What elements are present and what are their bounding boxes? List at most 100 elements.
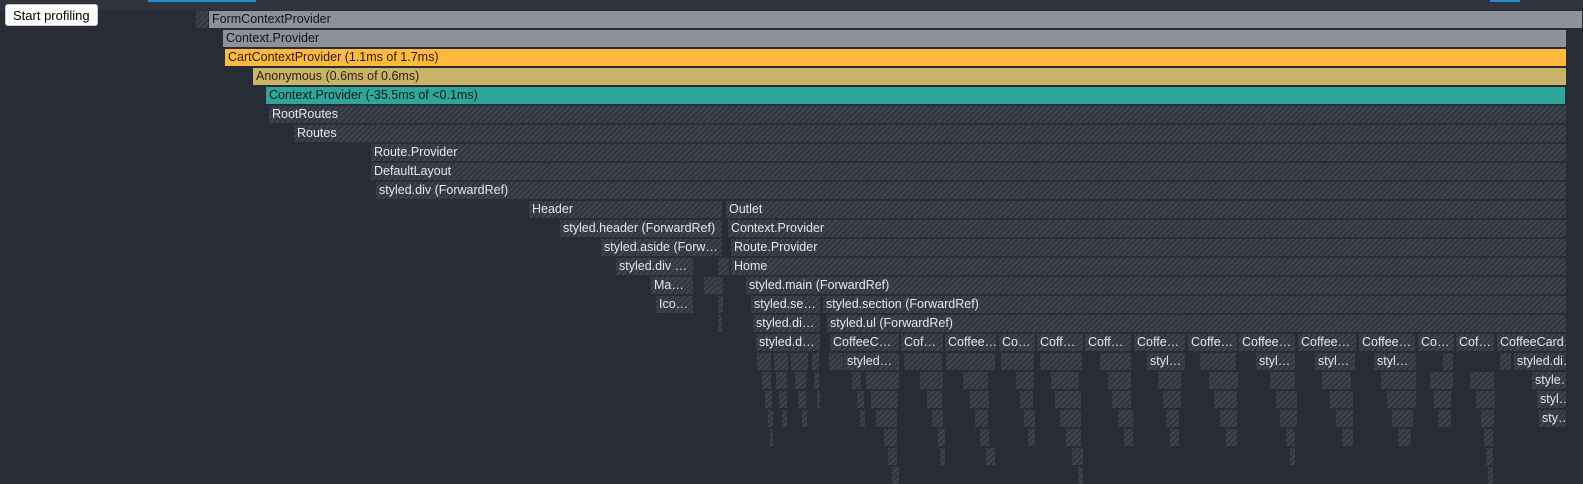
flame-node-defaultlayout[interactable]: DefaultLayout [371,163,1567,180]
flame-node-stub[interactable] [1078,467,1084,484]
flame-node-stub[interactable] [1500,353,1512,370]
flame-node-styl[interactable]: styl… [1374,353,1417,370]
flame-node-stub[interactable] [1486,448,1494,465]
flame-node-stub[interactable] [1470,372,1495,389]
flame-node-coffeecard[interactable]: CoffeeCard… [1497,334,1567,351]
flame-node-stub[interactable] [802,410,808,427]
flame-node-stub[interactable] [1438,410,1452,427]
flame-node-route-provider[interactable]: Route.Provider [371,144,1567,161]
flame-node-stub[interactable] [1276,391,1298,408]
flame-node-stub[interactable] [876,410,898,427]
flame-node-styled-div[interactable]: styled.div … [616,258,694,275]
flame-node-stub[interactable] [1387,391,1417,408]
flame-node-stub[interactable] [946,353,996,370]
flame-node-styl[interactable]: styl… [1315,353,1356,370]
flame-node-stub[interactable] [718,258,730,275]
start-profiling-button[interactable]: Start profiling [5,4,98,26]
flame-node-stub[interactable] [718,315,723,332]
flame-node-stub[interactable] [852,372,862,389]
flame-node-stub[interactable] [1001,353,1035,370]
flame-node-stub[interactable] [776,372,788,389]
flame-node-stub[interactable] [1170,429,1180,446]
flame-node-styled-di[interactable]: styled.di… [1514,353,1567,370]
flame-node-styl[interactable]: styl… [1256,353,1296,370]
flame-node-styl[interactable]: styl… [1537,391,1567,408]
flame-node-stub[interactable] [1158,372,1182,389]
flame-node-co[interactable]: Co… [1418,334,1455,351]
flame-node-stub[interactable] [1060,410,1082,427]
flame-node-coffee[interactable]: Coffee… [945,334,997,351]
flame-node-stub[interactable] [857,391,865,408]
flame-node-stub[interactable] [1163,391,1182,408]
flame-node-stub[interactable] [940,448,946,465]
flame-node-stub[interactable] [817,391,821,408]
flame-node-styled-se[interactable]: styled.se… [751,296,821,313]
flame-node-stub[interactable] [1214,391,1238,408]
flame-node-stub[interactable] [798,391,807,408]
flame-node-stub[interactable] [1381,372,1417,389]
flame-node-stub[interactable] [829,353,844,370]
flame-node-stub[interactable] [892,467,900,484]
flame-node-stub[interactable] [963,372,989,389]
flame-node-stub[interactable] [782,410,788,427]
flame-node-stub[interactable] [1028,429,1036,446]
flame-node-stub[interactable] [718,277,724,294]
flame-node-stub[interactable] [1330,391,1354,408]
flame-node-coffeec[interactable]: CoffeeC… [830,334,900,351]
flame-node-stub[interactable] [812,353,820,370]
flame-node-styled-section-forwardref[interactable]: styled.section (ForwardRef) [823,296,1567,313]
flame-node-stub[interactable] [774,353,789,370]
flame-node-stub[interactable] [860,410,866,427]
flame-node-stub[interactable] [765,391,773,408]
flame-node-stub[interactable] [1290,448,1296,465]
flame-node-outlet[interactable]: Outlet [726,201,1567,218]
flame-node-stub[interactable] [1108,372,1132,389]
flame-node-context-provider-35-5ms-of-0-1ms[interactable]: Context.Provider (-35.5ms of <0.1ms) [266,87,1566,104]
flame-node-route-provider[interactable]: Route.Provider [731,239,1567,256]
flame-node-styl[interactable]: styl… [1147,353,1186,370]
flame-node-stub[interactable] [779,391,788,408]
flame-node-stub[interactable] [196,11,209,28]
flame-node-stub[interactable] [1322,372,1352,389]
flame-node-coffee[interactable]: Coffee… [1359,334,1416,351]
flame-node-stub[interactable] [791,353,809,370]
flame-node-stub[interactable] [1166,410,1180,427]
flame-node-coff[interactable]: Coff… [1085,334,1132,351]
flame-node-ico[interactable]: Ico… [656,296,694,313]
flame-node-coffee[interactable]: Coffee… [1239,334,1296,351]
flame-node-styled-div-forwardref[interactable]: styled.div (ForwardRef) [376,182,1567,199]
flame-node-coffe[interactable]: Coffe… [1188,334,1238,351]
flame-node-stub[interactable] [1112,391,1132,408]
flame-node-formcontextprovider[interactable]: FormContextProvider [209,11,1583,28]
flame-node-styled-d[interactable]: styled.d… [756,334,821,351]
flame-node-routes[interactable]: Routes [294,125,1567,142]
flame-node-coffe[interactable]: Coffe… [1134,334,1186,351]
flame-node-stub[interactable] [762,372,772,389]
flame-node-stub[interactable] [1055,391,1082,408]
flame-node-stub[interactable] [986,448,996,465]
flame-node-stub[interactable] [1476,391,1496,408]
flame-node-styled-aside-forw[interactable]: styled.aside (Forw… [601,239,723,256]
flame-node-co[interactable]: Co… [999,334,1036,351]
flame-node-stub[interactable] [1398,429,1412,446]
flame-node-styled-main-forwardref[interactable]: styled.main (ForwardRef) [746,277,1567,294]
flame-node-styled-di[interactable]: styled.di… [753,315,821,332]
flame-node-styled-header-forwardref[interactable]: styled.header (ForwardRef) [560,220,723,237]
flame-node-stub[interactable] [1020,391,1034,408]
flame-node-stub[interactable] [1200,353,1237,370]
flame-node-stub[interactable] [932,410,944,427]
flame-node-stub[interactable] [1051,372,1080,389]
flame-node-cof[interactable]: Cof… [901,334,944,351]
flame-node-coff[interactable]: Coff… [1037,334,1084,351]
flame-node-stub[interactable] [814,372,820,389]
flame-node-stub[interactable] [1124,429,1134,446]
flame-node-stub[interactable] [1118,410,1134,427]
flame-node-stub[interactable] [1100,353,1132,370]
flame-node-stub[interactable] [975,410,989,427]
flame-node-stub[interactable] [927,391,943,408]
flame-node-stub[interactable] [1066,429,1082,446]
flame-node-stub[interactable] [920,372,944,389]
flame-node-stub[interactable] [1220,410,1238,427]
flame-node-anonymous-0-6ms-of-0-6ms[interactable]: Anonymous (0.6ms of 0.6ms) [253,68,1567,85]
flame-node-home[interactable]: Home [731,258,1567,275]
